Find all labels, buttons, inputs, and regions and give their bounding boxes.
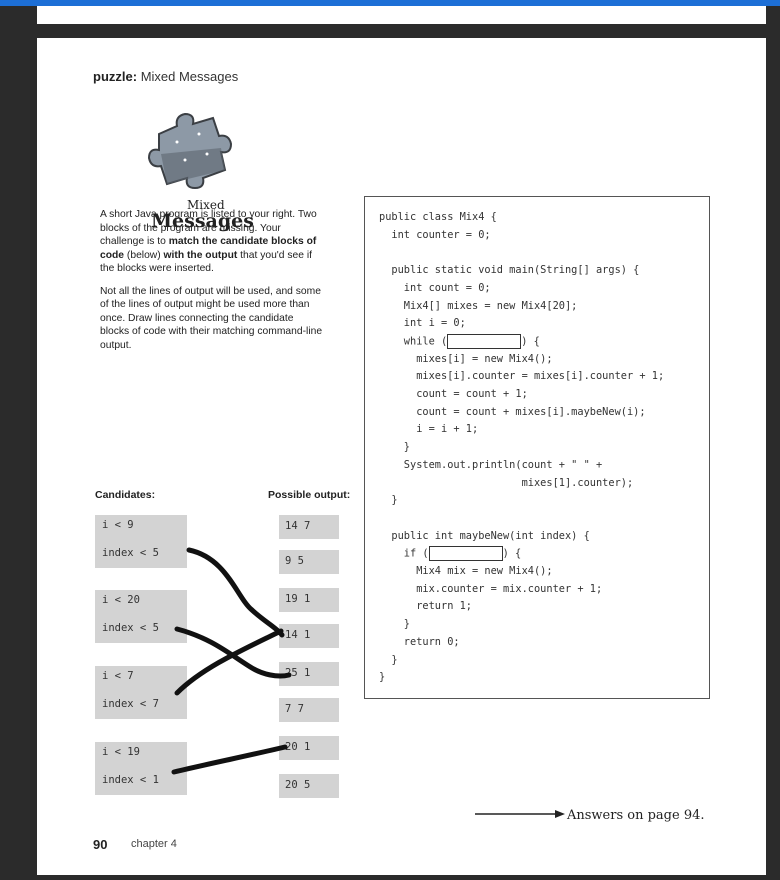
candidate-3-while: i < 7 <box>102 670 134 682</box>
connector-line-4 <box>171 744 288 775</box>
output-box-6: 7 7 <box>279 698 339 722</box>
code-line: if () { <box>379 546 522 562</box>
chapter-label: chapter 4 <box>131 838 177 850</box>
code-line: System.out.println(count + " " + <box>379 458 603 471</box>
intro-paragraph-1: A short Java program is listed to your r… <box>100 209 317 274</box>
code-line: public int maybeNew(int index) { <box>379 529 590 542</box>
if-condition-blank <box>428 546 503 562</box>
connector-line-1 <box>186 547 285 638</box>
candidate-3-if: index < 7 <box>102 698 159 710</box>
code-line: mix.counter = mix.counter + 1; <box>379 582 603 595</box>
code-line: mixes[1].counter); <box>379 476 634 489</box>
output-box-4: 14 1 <box>279 624 339 648</box>
output-box-8: 20 5 <box>279 774 339 798</box>
code-line: return 0; <box>379 635 460 648</box>
code-line: } <box>379 671 386 684</box>
intro-text: A short Java program is listed to your r… <box>100 208 325 361</box>
code-line: int counter = 0; <box>379 228 491 241</box>
code-line: int i = 0; <box>379 317 466 330</box>
right-arrow-icon <box>475 810 565 818</box>
code-line: public class Mix4 { <box>379 211 497 223</box>
while-condition-blank <box>447 333 522 349</box>
candidates-heading: Candidates: <box>95 489 156 501</box>
code-line: Mix4 mix = new Mix4(); <box>379 565 553 577</box>
candidate-4-if: index < 1 <box>102 774 159 786</box>
possible-output-heading: Possible output: <box>268 489 351 501</box>
section-title: Mixed Messages <box>140 69 239 84</box>
answers-reference: Answers on page 94. <box>567 808 705 823</box>
code-line: i = i + 1; <box>379 423 479 436</box>
candidate-1-if: index < 5 <box>102 547 159 559</box>
candidate-2-while: i < 20 <box>102 594 140 606</box>
code-line: while () { <box>379 333 540 349</box>
page-number: 90 <box>93 837 108 852</box>
output-box-2: 9 5 <box>279 550 339 574</box>
output-box-7: 20 1 <box>279 736 339 760</box>
code-line: Mix4[] mixes = new Mix4[20]; <box>379 299 578 312</box>
intro-paragraph-2: Not all the lines of output will be used… <box>100 285 323 351</box>
code-line: } <box>379 618 410 631</box>
candidate-1-while: i < 9 <box>102 519 134 531</box>
code-line: return 1; <box>379 600 472 613</box>
book-page: puzzle: Mixed Messages Mixed Messages A … <box>37 38 766 875</box>
puzzle-piece-icon <box>147 112 233 190</box>
code-line: } <box>379 653 398 666</box>
output-box-1: 14 7 <box>279 515 339 539</box>
output-box-3: 19 1 <box>279 588 339 612</box>
candidate-2-if: index < 5 <box>102 622 159 634</box>
code-line: } <box>379 441 410 454</box>
previous-page-strip <box>37 6 766 24</box>
connector-line-2 <box>174 626 292 679</box>
candidate-4-while: i < 19 <box>102 746 140 758</box>
code-line: } <box>379 494 398 507</box>
page-header: puzzle: Mixed Messages <box>93 69 238 84</box>
connector-line-3 <box>174 628 284 696</box>
code-brace: ) { <box>521 335 540 348</box>
code-brace: ) { <box>502 547 522 560</box>
output-box-5: 25 1 <box>279 662 339 686</box>
candidate-block-4: i < 19 index < 1 <box>95 742 187 795</box>
code-line: int count = 0; <box>379 281 491 294</box>
code-line: count = count + 1; <box>379 388 528 400</box>
code-line: mixes[i].counter = mixes[i].counter + 1; <box>379 370 665 383</box>
code-line: mixes[i] = new Mix4(); <box>379 352 553 365</box>
candidate-block-1: i < 9 index < 5 <box>95 515 187 568</box>
code-line: count = count + mixes[i].maybeNew(i); <box>379 405 646 418</box>
candidate-block-2: i < 20 index < 5 <box>95 590 187 643</box>
candidate-block-3: i < 7 index < 7 <box>95 666 187 719</box>
code-line: public static void main(String[] args) { <box>379 264 640 277</box>
section-label: puzzle: <box>93 69 138 84</box>
